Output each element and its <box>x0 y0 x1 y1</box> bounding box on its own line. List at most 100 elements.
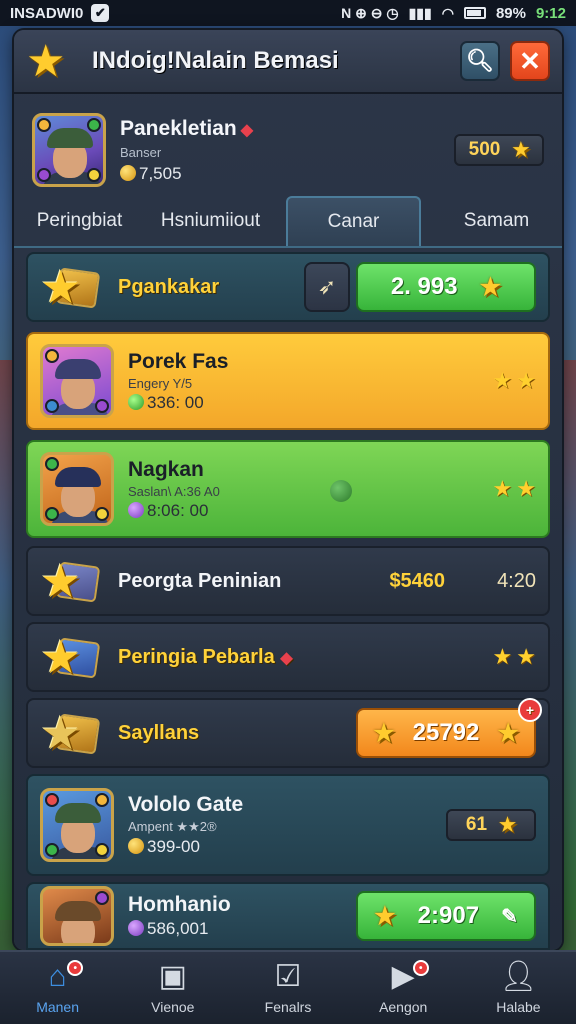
row-value: 4:20 <box>497 569 536 592</box>
list-item[interactable]: Vololo Gate Ampent ★★2® 399-00 61 ★ <box>26 774 550 876</box>
row-label: Sayllans <box>118 721 200 744</box>
gem-icon <box>128 393 144 410</box>
list-item[interactable]: Nagkan Saslan\ A:36 A0 8:06: 00 ★ ★ <box>26 440 550 538</box>
avatar <box>32 113 106 187</box>
notification-badge: • <box>67 960 84 976</box>
nav-label: Fenalrs <box>264 999 312 1015</box>
nav-label: Manen <box>36 999 79 1015</box>
list-item[interactable]: ★ Peringia Pebarla ◆ ★ ★ <box>26 622 550 692</box>
player-coins: 586,001 <box>147 919 209 938</box>
list-item[interactable]: ★ Pgankakar ➶ 2. 993 ★ <box>26 252 550 322</box>
row-label: Peringia Pebarla ◆ <box>118 645 293 668</box>
player-status: Saslan\ A:36 A0 <box>128 483 220 499</box>
player-name: Porek Fas <box>128 349 229 373</box>
player-score: 61 <box>465 814 488 835</box>
main-panel: ★ INdoig!Nalain Bemasi 🔍︎ ✕ Panekletian ◆… <box>14 30 562 950</box>
reward-badge: ★ <box>40 262 102 312</box>
signal-icon: ▮▮▮ <box>408 4 432 21</box>
checkbox-icon: ☑ <box>274 960 302 993</box>
player-name: Vololo Gate <box>128 793 244 816</box>
carrier-label: INSADWI0 <box>10 4 84 22</box>
gem-icon: ◆ <box>280 649 293 667</box>
reward-value: 2. 993 <box>390 273 458 300</box>
player-score-badge: 61 ★ <box>446 809 536 841</box>
nav-home[interactable]: ⌂ • Manen <box>0 952 115 1024</box>
reward-claim-button[interactable]: ★ 25792 ★ + <box>356 698 542 758</box>
player-status: Engery Y/5 <box>128 375 193 391</box>
player-name: Homhanio <box>128 893 231 916</box>
player-profile[interactable]: Panekletian ◆ Banser 7,505 500 ★ <box>32 108 544 192</box>
tab-hsniumiiout[interactable]: Hsniumiiout <box>145 196 276 246</box>
feather-button[interactable]: ➶ <box>304 262 350 312</box>
list-item[interactable]: Homhanio 586,001 ★ 2:907 ✎ <box>26 882 550 950</box>
close-icon: ✕ <box>519 45 541 76</box>
star-icon: ★ <box>26 36 66 86</box>
player-coins: 336: 00 <box>147 392 204 412</box>
profile-subtitle: Banser <box>120 144 162 160</box>
list-item[interactable]: ★ Peorgta Peninian $5460 4:20 <box>26 546 550 616</box>
feather-icon: ➶ <box>317 274 337 299</box>
coin-icon <box>128 838 144 854</box>
notification-icons: N ⊕ ⊖ ◷ <box>341 4 399 21</box>
gem-icon <box>128 501 144 518</box>
wifi-icon: ◠ <box>441 4 454 21</box>
gem-icon: ◆ <box>240 121 254 139</box>
tab-peringbiat[interactable]: Peringbiat <box>14 196 145 246</box>
star-icon: ★ <box>373 719 395 747</box>
person-icon: 👤︎ <box>499 960 538 993</box>
bottom-navigation: ⌂ • Manen ▣ Vienoe ☑ Fenalrs ▶ • Aengon … <box>0 950 576 1024</box>
coin-icon <box>120 164 136 181</box>
reward-badge: ★ <box>40 632 102 682</box>
notification-badge: + <box>518 698 542 722</box>
nav-agents[interactable]: ▶ • Aengon <box>346 952 461 1024</box>
avatar <box>40 788 114 862</box>
tab-bar: Peringbiat Hsniumiiout Canar Samam <box>14 196 562 248</box>
profile-score-badge: 500 ★ <box>454 134 544 166</box>
player-name: Nagkan <box>128 457 204 481</box>
star-icon: ★ <box>40 261 82 313</box>
panel-header: ★ INdoig!Nalain Bemasi 🔍︎ ✕ <box>14 30 562 94</box>
gem-icon <box>128 920 144 936</box>
star-icon: ★ <box>497 719 519 747</box>
player-coins: 399-00 <box>147 837 200 856</box>
battery-percent: 89% <box>495 4 526 22</box>
player-status: Ampent ★★2® <box>128 819 217 834</box>
nav-view[interactable]: ▣ Vienoe <box>115 952 230 1024</box>
status-bar: INSADWI0 ✔ N ⊕ ⊖ ◷ ▮▮▮ ◠ 89% 9:12 <box>0 0 576 26</box>
pencil-icon: ✎ <box>501 905 518 928</box>
row-price: $5460 <box>389 569 446 592</box>
nav-finals[interactable]: ☑ Fenalrs <box>230 952 345 1024</box>
star-icon: ★ <box>374 902 396 930</box>
rating-stars: ★ ★ <box>492 476 536 501</box>
reward-value: 2:907 <box>417 902 480 929</box>
search-icon: 🔍︎ <box>466 48 494 73</box>
search-button[interactable]: 🔍︎ <box>460 41 500 81</box>
player-coins: 8:06: 00 <box>147 500 209 520</box>
battery-icon <box>463 7 486 19</box>
reward-claim-button[interactable]: ★ 2:907 ✎ <box>356 891 536 941</box>
home-icon: ⌂ <box>48 960 67 993</box>
check-icon: ✔ <box>91 4 110 22</box>
list-item[interactable]: ★ Sayllans ★ 25792 ★ + <box>26 698 550 768</box>
reward-claim-button[interactable]: 2. 993 ★ <box>356 262 536 312</box>
tab-samam[interactable]: Samam <box>431 196 562 246</box>
profile-coins: 7,505 <box>139 163 182 183</box>
avatar <box>40 344 114 418</box>
avatar <box>40 886 114 946</box>
star-icon: ★ <box>499 814 517 836</box>
notification-badge: • <box>412 960 429 976</box>
rating-stars: ★ ★ <box>492 368 536 393</box>
rating-stars: ★ ★ <box>492 644 536 669</box>
star-icon: ★ <box>512 139 530 161</box>
avatar <box>40 452 114 526</box>
close-button[interactable]: ✕ <box>510 41 550 81</box>
cards-icon: ▣ <box>158 960 187 993</box>
reward-badge: ★ <box>40 556 102 606</box>
page-title: INdoig!Nalain Bemasi <box>92 47 339 74</box>
list-item[interactable]: Porek Fas Engery Y/5 336: 00 ★ ★ <box>26 332 550 430</box>
profile-name: Panekletian <box>120 116 237 140</box>
tab-canar[interactable]: Canar <box>286 196 421 246</box>
ball-icon <box>330 480 352 502</box>
nav-profile[interactable]: 👤︎ Halabe <box>461 952 576 1024</box>
row-label: Peorgta Peninian <box>118 569 282 592</box>
